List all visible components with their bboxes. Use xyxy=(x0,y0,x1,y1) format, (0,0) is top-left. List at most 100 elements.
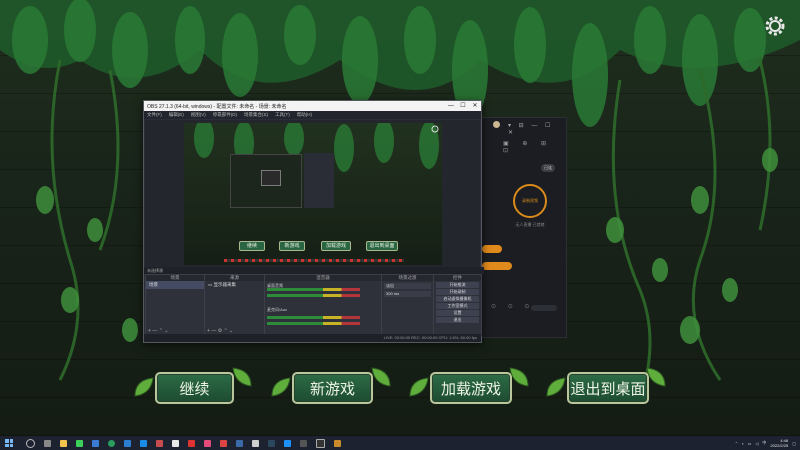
menu-view[interactable]: 视图(V) xyxy=(191,112,206,118)
volume-icon[interactable]: ◁ xyxy=(755,441,758,446)
app-icon[interactable] xyxy=(299,439,307,447)
start-icon[interactable] xyxy=(5,439,13,447)
continue-label: 继续 xyxy=(179,380,210,398)
app-icon[interactable] xyxy=(283,439,291,447)
menu-tools[interactable]: 工具(T) xyxy=(275,112,290,118)
settings-gear-icon[interactable] xyxy=(763,14,787,38)
menu-docks[interactable]: 停靠部件(D) xyxy=(213,112,237,118)
leaf-icon xyxy=(134,377,154,397)
maximize-button[interactable]: ☐ xyxy=(457,101,469,111)
status-pill: 已连 xyxy=(541,164,555,172)
app-icon[interactable] xyxy=(123,439,131,447)
recorder-app-panel: ▾ ⊟ — ☐ ✕ ▣ ⊕ ⊞ ⊡ 已连 录制视频 无人直播 已就绪 ⊙ ⊙ ⊙ xyxy=(480,117,567,338)
desktop-audio-meter[interactable] xyxy=(267,288,360,291)
game-icon[interactable] xyxy=(333,439,341,447)
app-icon[interactable] xyxy=(91,439,99,447)
obs-title: OBS 27.1.3 (64-bit, windows) - 配置文件: 未命名… xyxy=(147,103,287,110)
continue-button[interactable]: 继续 xyxy=(155,372,234,404)
obs-status-text: LIVE: 00:00:00 REC: 00:00:00 CPU: 1.6%, … xyxy=(383,335,477,340)
source-toolbar: 未选择源 xyxy=(144,267,484,274)
network-icon[interactable]: ▭ xyxy=(748,441,752,446)
chrome-icon[interactable] xyxy=(107,439,115,447)
mixer-dock-title: 混音器 xyxy=(265,275,381,281)
app-icon[interactable] xyxy=(155,439,163,447)
mic-audio-slider[interactable] xyxy=(267,322,360,325)
nested-preview xyxy=(230,154,302,208)
load-game-label: 加载游戏 xyxy=(440,380,501,398)
menu-help[interactable]: 帮助(H) xyxy=(297,112,312,118)
clock[interactable]: 4:46 2022/2/25 xyxy=(770,438,788,448)
avatar[interactable] xyxy=(493,121,500,128)
scenes-dock: 场景 场景 + — ⌃ ⌄ xyxy=(145,274,205,336)
leaf-icon xyxy=(409,377,429,397)
clock-date: 2022/2/25 xyxy=(770,443,789,448)
close-button[interactable]: ✕ xyxy=(469,101,481,111)
leaf-icon xyxy=(371,367,391,387)
leaf-icon xyxy=(509,367,529,387)
studio-mode-button[interactable]: 工作室模式 xyxy=(436,303,479,309)
file-explorer-icon[interactable] xyxy=(59,439,67,447)
settings-pill[interactable] xyxy=(531,305,557,311)
notifications-icon[interactable]: ▢ xyxy=(792,441,796,446)
app-icon[interactable] xyxy=(219,439,227,447)
scene-item[interactable]: 场景 xyxy=(146,281,204,289)
start-recording-button[interactable]: 开始录制 xyxy=(436,289,479,295)
obs-menubar: 文件(F) 编辑(E) 视图(V) 停靠部件(D) 场景集合(S) 工具(T) … xyxy=(144,111,481,119)
load-game-button[interactable]: 加载游戏 xyxy=(430,372,512,404)
edge-icon[interactable] xyxy=(139,439,147,447)
system-tray: ⌃ ▪ ▭ ◁ 中 4:46 2022/2/25 ▢ xyxy=(735,436,796,450)
orange-toggle[interactable] xyxy=(482,262,512,270)
transition-select[interactable]: 淡出 xyxy=(384,283,431,289)
obs-preview[interactable]: 继续 新游戏 加载游戏 退出到桌面 xyxy=(184,123,442,265)
preview-load-game-button: 加载游戏 xyxy=(321,241,351,251)
source-toolbar-label: 未选择源 xyxy=(147,268,163,273)
minimize-button[interactable]: — xyxy=(445,101,457,111)
virtual-camera-button[interactable]: 启动虚拟摄像机 xyxy=(436,296,479,302)
wechat-icon[interactable] xyxy=(75,439,83,447)
new-game-button[interactable]: 新游戏 xyxy=(292,372,373,404)
task-view-icon[interactable] xyxy=(43,439,51,447)
ime-icon[interactable]: 中 xyxy=(762,440,766,446)
record-button[interactable]: 录制视频 xyxy=(513,184,547,218)
settings-button[interactable]: 设置 xyxy=(436,310,479,316)
app-icon[interactable] xyxy=(235,439,243,447)
mixer-track-mic: 麦克风/Aux xyxy=(267,307,288,312)
obs-preview-area: 继续 新游戏 加载游戏 退出到桌面 xyxy=(145,120,480,267)
obs-window: OBS 27.1.3 (64-bit, windows) - 配置文件: 未命名… xyxy=(143,100,484,343)
window-controls[interactable]: ▾ ⊟ — ☐ ✕ xyxy=(508,122,566,136)
transitions-dock: 场景过渡 淡出 300 ms xyxy=(381,274,434,336)
app-icon[interactable] xyxy=(187,439,195,447)
transitions-dock-title: 场景过渡 xyxy=(382,275,433,281)
orange-toggle[interactable] xyxy=(482,245,502,253)
source-item[interactable]: ▭ 显示器采集 xyxy=(205,281,264,289)
exit-button[interactable]: 退出 xyxy=(436,317,479,323)
menu-edit[interactable]: 编辑(E) xyxy=(169,112,184,118)
mic-audio-meter[interactable] xyxy=(267,316,360,319)
desktop-audio-slider[interactable] xyxy=(267,294,360,297)
obs-status-bar: LIVE: 00:00:00 REC: 00:00:00 CPU: 1.6%, … xyxy=(144,334,481,342)
source-item-label: 显示器采集 xyxy=(213,282,237,287)
exit-to-desktop-button[interactable]: 退出到桌面 xyxy=(567,372,649,404)
tray-app-icon[interactable]: ▪ xyxy=(742,441,743,446)
start-streaming-button[interactable]: 开始推流 xyxy=(436,282,479,288)
bottom-icons[interactable]: ⊙ ⊙ ⊙ xyxy=(491,303,534,310)
toolbar-icons[interactable]: ▣ ⊕ ⊞ ⊡ xyxy=(503,140,566,154)
steam-icon[interactable] xyxy=(267,439,275,447)
app-icon[interactable] xyxy=(251,439,259,447)
preview-taskbar xyxy=(224,259,404,262)
app-icon[interactable] xyxy=(171,439,179,447)
controls-dock-title: 控件 xyxy=(434,275,481,281)
app-icon[interactable] xyxy=(203,439,211,447)
transition-duration[interactable]: 300 ms xyxy=(384,291,431,297)
tray-chevron-icon[interactable]: ⌃ xyxy=(735,441,738,446)
obs-icon[interactable] xyxy=(315,438,325,448)
leaf-icon xyxy=(646,367,666,387)
obs-titlebar[interactable]: OBS 27.1.3 (64-bit, windows) - 配置文件: 未命名… xyxy=(144,101,481,111)
leaf-icon xyxy=(546,377,566,397)
search-icon[interactable] xyxy=(25,438,35,448)
record-status: 无人直播 已就绪 xyxy=(515,222,545,227)
preview-continue-button: 继续 xyxy=(239,241,265,251)
menu-scene-collection[interactable]: 场景集合(S) xyxy=(244,112,268,118)
menu-file[interactable]: 文件(F) xyxy=(147,112,162,118)
nested-side-panel xyxy=(304,153,334,208)
